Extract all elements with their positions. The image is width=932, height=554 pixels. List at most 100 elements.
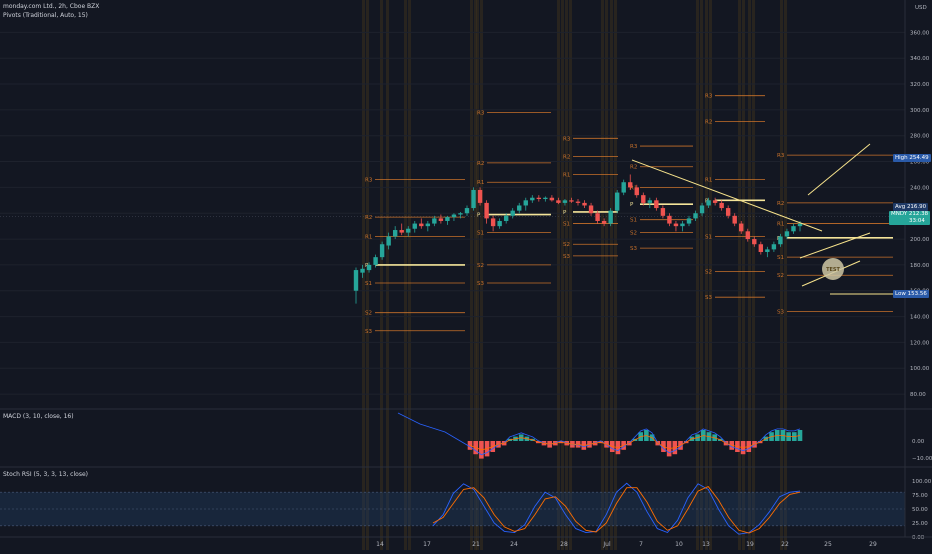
pivot-label-r3: R3 [630, 144, 638, 150]
last-value: 212.38 [908, 211, 929, 217]
last-countdown: 33:04 [909, 218, 925, 224]
candle-body [797, 223, 803, 227]
avg-price-tag: Avg 216.90 [893, 203, 929, 211]
pivot-label-r1: R1 [777, 222, 784, 228]
macd-tick-label: −10.00 [912, 456, 932, 462]
annotation: TEST [822, 258, 844, 280]
time-tick-label: 7 [639, 541, 643, 548]
trend-line [799, 232, 871, 259]
candle-body [399, 230, 404, 233]
pivot-label-r3: R3 [365, 178, 373, 184]
candle-body [765, 249, 770, 252]
pivot-label-r3: R3 [563, 136, 571, 142]
candle-body [556, 200, 561, 203]
avg-value: 216.90 [906, 204, 927, 210]
candle-body [523, 200, 528, 206]
pivots-indicator-title: Pivots (Traditional, Auto, 15) [3, 12, 88, 19]
pivot-label-s1: S1 [365, 281, 372, 287]
candle-body [353, 270, 359, 291]
stoch-tick-label: 100.00 [912, 479, 932, 485]
candle-body [699, 205, 705, 214]
candle-body [438, 218, 444, 221]
candle-body [379, 244, 385, 258]
candle-body [641, 195, 646, 203]
symbol-title: monday.com Ltd., 2h, Cboe BZX [3, 3, 100, 10]
candle-body [517, 205, 522, 211]
pivot-label-r3: R3 [777, 153, 785, 159]
pivot-label-s3: S3 [777, 309, 784, 315]
pivot-label-s3: S3 [365, 329, 372, 335]
grid-lines [0, 31, 905, 395]
candle-body [497, 220, 502, 227]
pivot-label-s2: S2 [777, 273, 784, 279]
pivot-label-s2: S2 [563, 242, 570, 248]
candle-body [484, 202, 489, 219]
stoch-tick-label: 0.00 [912, 535, 925, 541]
chart-stage[interactable]: P R1 R2 R3 S1 S2 S3 P R1 R2 R3 S1 S2 S3 P R1 R2 R3 S1 S2 S3 P… [0, 0, 932, 550]
pivot-label-s1: S1 [777, 255, 784, 261]
pivot-label-r2: R2 [630, 165, 637, 171]
price-tick-label: 120.00 [910, 340, 930, 346]
price-tick-label: 200.00 [910, 237, 930, 243]
time-tick-label: 24 [510, 541, 518, 548]
price-tick-label: 340.00 [910, 56, 930, 62]
pivot-label-r1: R1 [365, 234, 372, 240]
candle-body [445, 217, 450, 221]
candle-body [680, 223, 685, 227]
time-tick-label: 25 [824, 541, 832, 548]
trading-chart[interactable]: PR1R2R3S1S2S3PR1R2R3S1S2S3PR1R2R3S1S2S3P… [0, 0, 932, 550]
pivot-levels: PR1R2R3S1S2S3PR1R2R3S1S2S3PR1R2R3S1S2S3P… [365, 94, 893, 335]
high-price-tag: High 254.49 [893, 154, 931, 162]
time-tick-label: 21 [472, 541, 480, 548]
candle-body [693, 213, 698, 219]
candle-body [712, 200, 718, 203]
pivot-label-r2: R2 [705, 120, 712, 126]
low-price-tag: Low 153.56 [893, 290, 929, 298]
pivot-label-s2: S2 [630, 231, 637, 237]
pivot-label-p: P [630, 202, 634, 208]
candle-body [582, 202, 587, 206]
candle-body [510, 210, 515, 216]
candle-body [732, 215, 737, 224]
high-label: High [895, 155, 908, 161]
candle-body [588, 205, 594, 214]
candle-body [673, 223, 679, 227]
candle-body [392, 230, 398, 237]
macd-title: MACD (3, 10, close, 16) [3, 413, 74, 420]
candle-body [706, 200, 711, 206]
pivot-label-s1: S1 [705, 234, 712, 240]
time-tick-label: 13 [702, 541, 710, 548]
time-tick-label: 28 [560, 541, 568, 548]
pivot-label-s1: S1 [563, 222, 570, 228]
last-label: MNDY [891, 211, 908, 217]
candle-body [432, 218, 437, 224]
candle-body [614, 192, 620, 211]
candle-body [595, 213, 600, 221]
time-tick-label: 10 [675, 541, 683, 548]
candle-body [575, 201, 581, 203]
pivot-label-r3: R3 [705, 94, 713, 100]
candle-body [386, 236, 391, 246]
candle-body [719, 202, 724, 209]
price-tick-label: 180.00 [910, 263, 930, 269]
candle-body [791, 226, 796, 232]
pivot-label-s3: S3 [630, 246, 637, 252]
candle-body [412, 223, 417, 229]
candle-body [562, 200, 568, 203]
candle-body [608, 210, 613, 224]
low-value: 153.56 [907, 291, 927, 297]
candle-body [543, 197, 548, 200]
pivot-label-s1: S1 [630, 218, 637, 224]
candle-body [634, 187, 639, 196]
price-axis: USD360.00340.00320.00300.00280.00260.002… [0, 0, 932, 537]
candle-body [419, 223, 424, 227]
stoch-title: Stoch RSI (5, 3, 3, 13, close) [3, 471, 88, 478]
pivot-label-r1: R1 [563, 172, 570, 178]
candle-body [471, 189, 476, 209]
price-tick-label: 360.00 [910, 30, 930, 36]
candle-body [745, 231, 750, 240]
candle-body [536, 197, 542, 200]
price-tick-label: 80.00 [910, 392, 926, 398]
stoch-tick-label: 25.00 [912, 521, 928, 527]
price-tick-label: 240.00 [910, 185, 930, 191]
